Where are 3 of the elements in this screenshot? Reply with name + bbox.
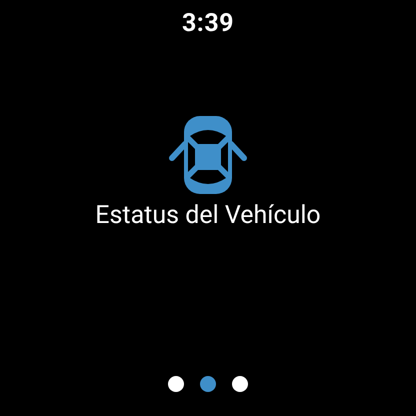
card-title: Estatus del Vehículo	[95, 200, 321, 232]
car-doors-open-icon	[168, 116, 248, 194]
clock-time: 3:39	[182, 8, 234, 40]
